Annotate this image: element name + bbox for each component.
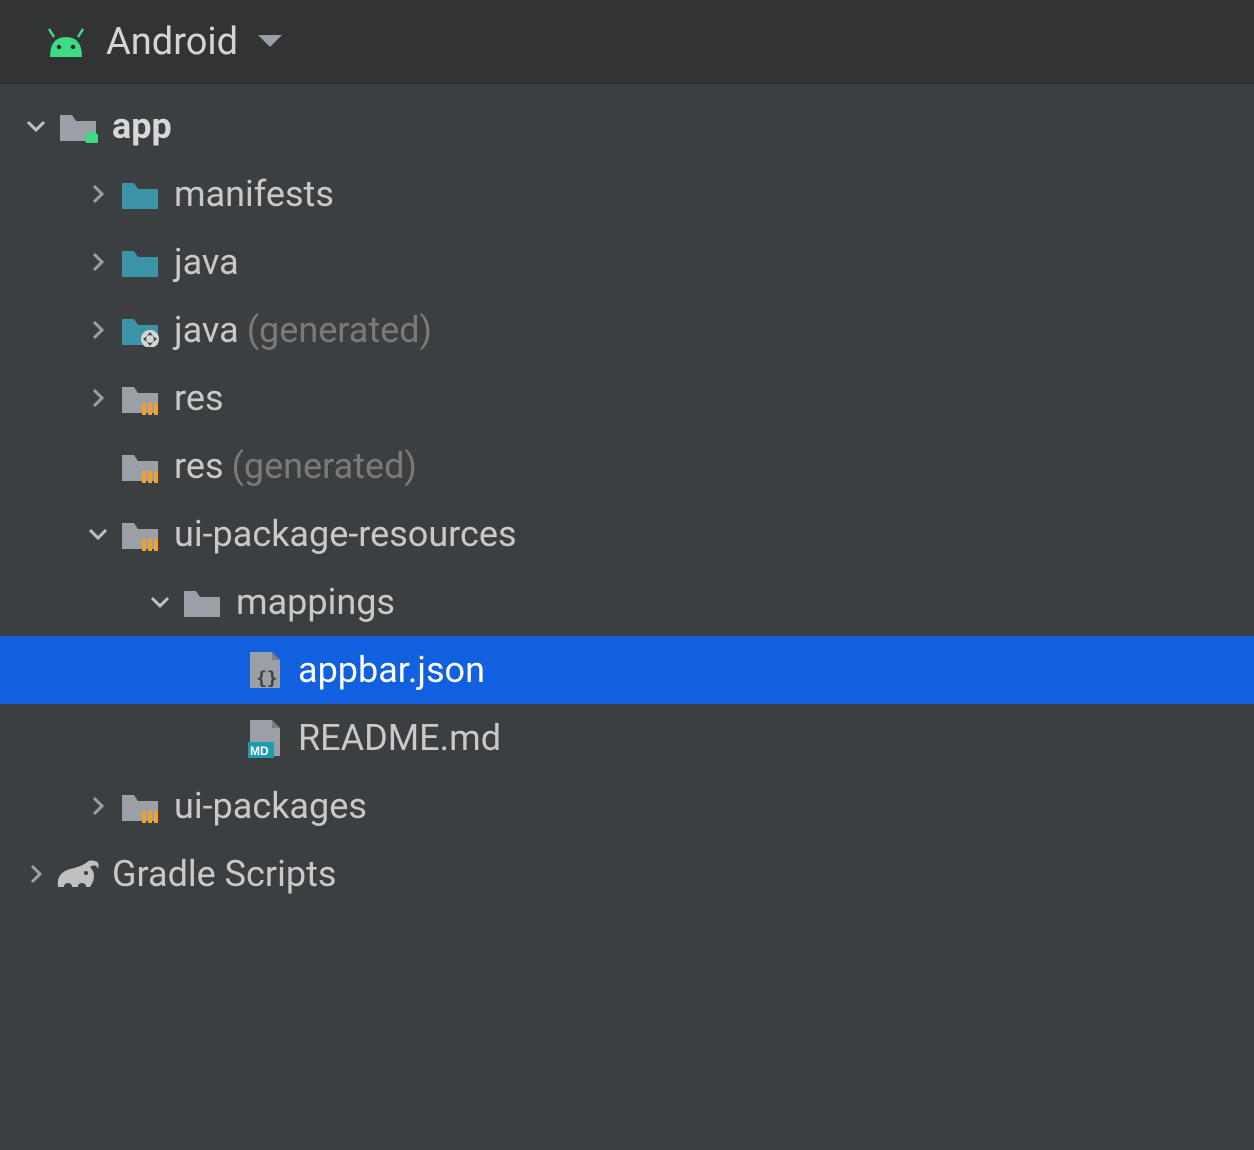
tree-item-res-generated[interactable]: › res (generated) [0,432,1254,500]
markdown-file-icon: MD [240,718,288,758]
dropdown-chevron-icon[interactable] [256,33,284,51]
tree-item-ui-packages[interactable]: ui-packages [0,772,1254,840]
tree-label: manifests [174,173,334,215]
tree-item-gradle-scripts[interactable]: Gradle Scripts [0,840,1254,908]
chevron-right-icon [80,251,116,273]
tree-item-java[interactable]: java [0,228,1254,296]
tree-suffix: (generated) [232,445,417,487]
tree-label: mappings [236,581,395,623]
tree-label: res [174,377,224,419]
generated-folder-icon [116,313,164,347]
tree-label: java [174,309,239,351]
tree-label: app [112,105,172,147]
folder-icon [116,245,164,279]
tree-label: ui-package-resources [174,513,517,555]
chevron-right-icon [80,183,116,205]
tree-item-java-generated[interactable]: java (generated) [0,296,1254,364]
tree-label: appbar.json [298,649,485,691]
resource-folder-icon [116,789,164,823]
tree-item-res[interactable]: res [0,364,1254,432]
folder-icon [116,177,164,211]
chevron-down-icon [142,591,178,613]
tree-item-manifests[interactable]: manifests [0,160,1254,228]
resource-folder-icon [116,517,164,551]
tree-item-appbar-json[interactable]: › {} appbar.json [0,636,1254,704]
folder-icon [178,585,226,619]
tree-label: Gradle Scripts [112,853,336,895]
android-icon [44,27,88,57]
module-folder-icon [54,109,102,143]
chevron-right-icon [80,795,116,817]
chevron-down-icon [18,115,54,137]
project-view-header[interactable]: Android [0,0,1254,84]
chevron-down-icon [80,523,116,545]
gradle-icon [54,857,102,891]
tree-item-mappings[interactable]: mappings [0,568,1254,636]
resource-folder-icon [116,449,164,483]
chevron-right-icon [18,863,54,885]
svg-text:{}: {} [256,668,278,689]
tree-suffix: (generated) [247,309,432,351]
tree-label: java [174,241,239,283]
project-view-title: Android [106,20,238,64]
svg-text:MD: MD [250,744,269,758]
chevron-right-icon [80,387,116,409]
tree-item-app[interactable]: app [0,92,1254,160]
tree-item-readme[interactable]: › MD README.md [0,704,1254,772]
json-file-icon: {} [240,650,288,690]
tree-label: README.md [298,717,501,759]
tree-label: res [174,445,224,487]
chevron-right-icon [80,319,116,341]
project-tree: app manifests java [0,84,1254,908]
resource-folder-icon [116,381,164,415]
tree-label: ui-packages [174,785,367,827]
tree-item-ui-package-resources[interactable]: ui-package-resources [0,500,1254,568]
